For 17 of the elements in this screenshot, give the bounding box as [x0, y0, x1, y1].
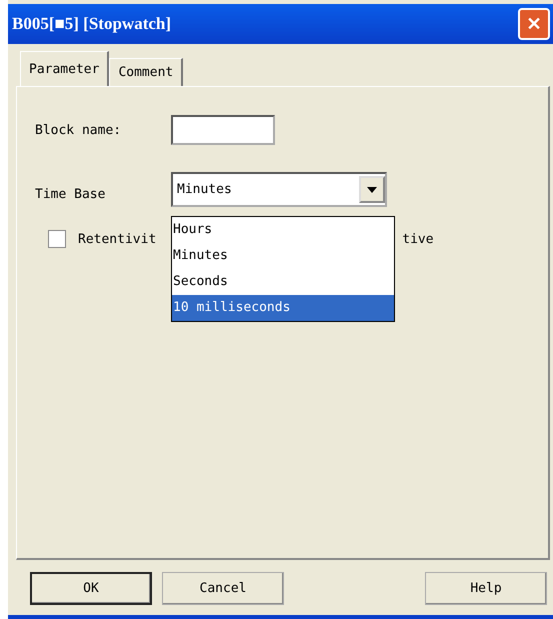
dropdown-arrow-button[interactable] [359, 176, 385, 203]
dialog-button[interactable]: OK [30, 572, 152, 605]
retentivity-label: tive [402, 232, 434, 246]
retentivity-label: Retentivit [78, 232, 156, 246]
time-base-dropdown[interactable]: Minutes [171, 172, 387, 207]
caret-icon [367, 186, 377, 192]
time-base-label: Time Base [35, 187, 106, 202]
retentivity-checkbox[interactable] [48, 230, 66, 248]
dialog-button[interactable]: Cancel [162, 572, 284, 605]
window-title: B005[■5] [Stopwatch] [12, 14, 172, 34]
tab[interactable]: Comment [109, 58, 184, 86]
tab[interactable]: Parameter [20, 51, 110, 86]
block-name-label: Block name: [35, 122, 122, 138]
close-button[interactable]: ✕ [518, 8, 550, 40]
dropdown-option[interactable]: 10 milliseconds [172, 295, 394, 321]
block-name-field[interactable] [171, 115, 275, 145]
dialog-button[interactable]: Help [425, 572, 547, 605]
